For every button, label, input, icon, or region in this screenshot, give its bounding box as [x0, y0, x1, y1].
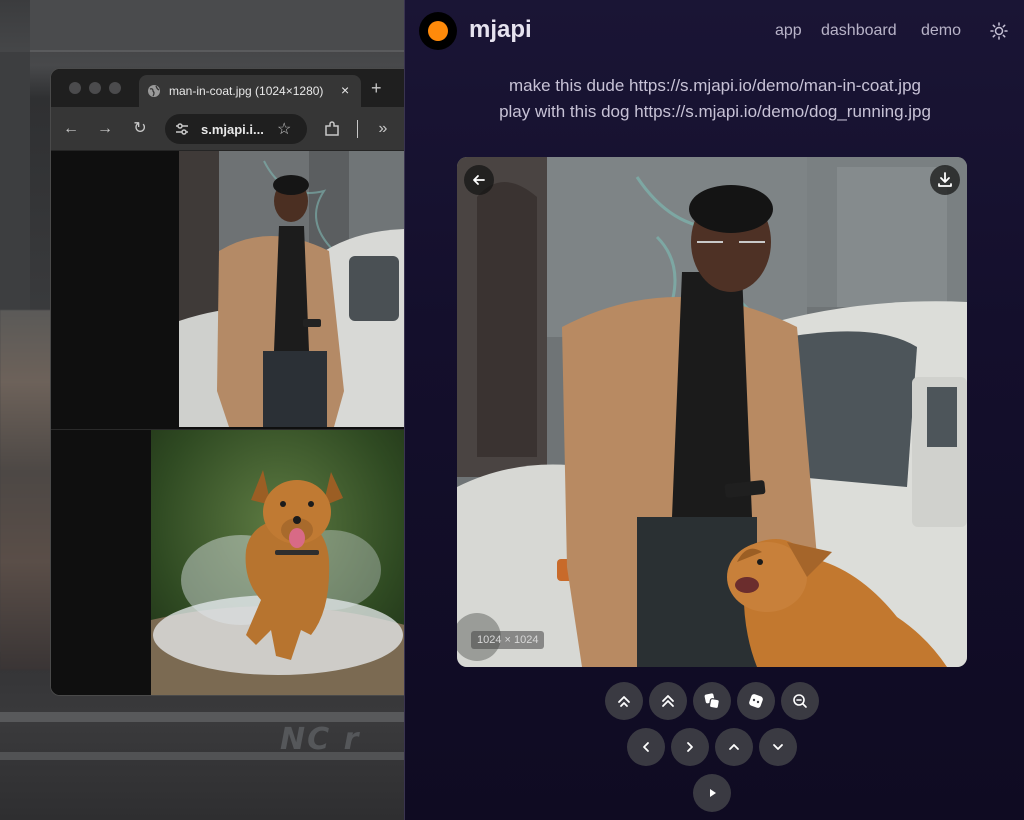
upscale-creative-button[interactable] — [649, 682, 687, 720]
man-in-coat-image — [179, 151, 404, 427]
generated-image — [457, 157, 967, 667]
chevron-up-icon — [729, 744, 739, 750]
play-icon — [710, 789, 716, 797]
wallpaper-ledge — [30, 0, 404, 52]
back-button[interactable]: ← — [61, 119, 81, 139]
reload-button[interactable]: ↻ — [130, 119, 150, 139]
vary-strong-button[interactable] — [693, 682, 731, 720]
zoom-out-icon — [793, 694, 807, 708]
globe-icon — [148, 85, 160, 97]
toolbar-overflow-button[interactable]: » — [373, 119, 393, 139]
generated-image-viewer[interactable]: 1024 × 1024 — [457, 157, 967, 667]
vary-strong-icon — [704, 693, 720, 710]
address-url: s.mjapi.i... — [201, 122, 264, 137]
mjapi-logo[interactable] — [419, 12, 457, 50]
upscale-subtle-button[interactable] — [605, 682, 643, 720]
prompt-line: make this dude https://s.mjapi.io/demo/m… — [509, 76, 921, 95]
browser-content-bottom — [51, 429, 404, 695]
wallpaper-crowd — [0, 310, 52, 670]
pan-right-button[interactable] — [671, 728, 709, 766]
browser-tab-active[interactable]: man-in-coat.jpg (1024×1280) × — [139, 75, 361, 107]
wallpaper-graffiti: NC r — [280, 722, 361, 757]
image-dimensions-badge: 1024 × 1024 — [471, 631, 545, 649]
pan-left-button[interactable] — [627, 728, 665, 766]
vary-subtle-icon — [749, 694, 763, 708]
play-button[interactable] — [693, 774, 731, 812]
address-bar[interactable]: s.mjapi.i... ☆ — [165, 114, 307, 144]
download-button[interactable] — [930, 165, 960, 195]
browser-toolbar: ← → ↻ s.mjapi.i... ☆ » — [51, 107, 404, 151]
download-icon — [938, 172, 952, 187]
nav-link-app[interactable]: app — [775, 22, 802, 40]
window-minimize-button[interactable] — [89, 82, 101, 94]
brand-name[interactable]: mjapi — [469, 16, 532, 44]
upscale-subtle-icon — [618, 696, 630, 707]
zoom-out-button[interactable] — [781, 682, 819, 720]
nav-link-demo[interactable]: demo — [921, 22, 961, 40]
browser-content-top — [51, 151, 404, 427]
wallpaper-step — [0, 712, 404, 722]
chevron-left-icon — [643, 742, 649, 752]
prompt-line: play with this dog https://s.mjapi.io/de… — [499, 102, 931, 121]
pan-down-button[interactable] — [759, 728, 797, 766]
back-arrow-button[interactable] — [464, 165, 494, 195]
forward-button[interactable]: → — [95, 119, 115, 139]
dog-running-image — [151, 430, 404, 695]
browser-window: man-in-coat.jpg (1024×1280) × + ← → ↻ s.… — [50, 68, 404, 696]
chevron-down-icon — [773, 744, 783, 750]
window-zoom-button[interactable] — [109, 82, 121, 94]
bookmark-star-icon[interactable]: ☆ — [277, 119, 291, 139]
site-settings-icon[interactable] — [175, 122, 189, 136]
arrow-left-icon — [473, 175, 485, 185]
browser-tab-bar: man-in-coat.jpg (1024×1280) × + — [51, 69, 404, 107]
logo-dot — [428, 21, 448, 41]
new-tab-button[interactable]: + — [371, 78, 382, 99]
mjapi-app-panel: mjapi app dashboard demo make this dude … — [404, 0, 1024, 820]
window-close-button[interactable] — [69, 82, 81, 94]
nav-link-dashboard[interactable]: dashboard — [821, 22, 897, 40]
pan-up-button[interactable] — [715, 728, 753, 766]
vary-subtle-button[interactable] — [737, 682, 775, 720]
theme-toggle-sun-icon[interactable] — [990, 22, 1008, 40]
tab-title: man-in-coat.jpg (1024×1280) — [169, 84, 324, 98]
chevron-right-icon — [687, 742, 693, 752]
toolbar-divider — [357, 120, 358, 138]
extensions-icon[interactable] — [323, 120, 341, 138]
tab-close-icon[interactable]: × — [341, 82, 349, 98]
upscale-creative-icon — [662, 695, 674, 707]
